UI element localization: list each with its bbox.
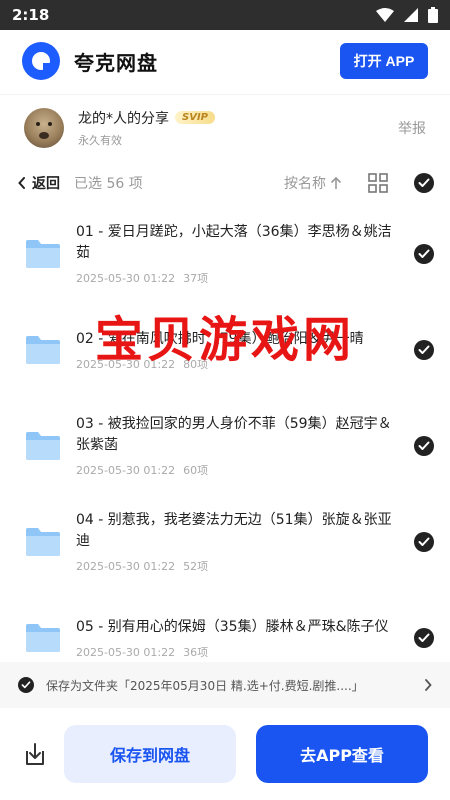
status-time: 2:18 <box>12 6 50 24</box>
file-date: 2025-05-30 01:22 <box>76 645 176 659</box>
file-meta: 2025-05-30 01:22 60项 <box>76 462 400 478</box>
file-meta: 2025-05-30 01:22 36项 <box>76 644 400 660</box>
open-app-button[interactable]: 打开 APP <box>340 43 428 79</box>
file-name: 05 - 别有用心的保姆（35集）滕林＆严珠&陈子仪 <box>76 618 389 635</box>
folder-icon <box>26 240 60 268</box>
quark-logo-icon <box>22 42 60 80</box>
file-date: 2025-05-30 01:22 <box>76 272 176 285</box>
file-checkbox[interactable] <box>414 532 434 552</box>
select-all-checkbox[interactable] <box>414 173 434 193</box>
checkmark-icon <box>418 441 430 450</box>
file-count: 52项 <box>183 560 209 573</box>
file-count: 80项 <box>183 357 209 371</box>
file-text: 05 - 别有用心的保姆（35集）滕林＆严珠&陈子仪 2025-05-30 01… <box>76 617 414 660</box>
file-text: 01 - 爱日月蹉跎，小起大落（36集）李思杨＆姚洁茹 2025-05-30 0… <box>76 222 414 286</box>
file-count: 36项 <box>183 645 209 659</box>
sort-button[interactable]: 按名称 <box>284 173 342 193</box>
save-to-drive-button[interactable]: 保存到网盘 <box>64 725 236 783</box>
file-text: 04 - 别惹我，我老婆法力无边（51集）张旋＆张亚迪 2025-05-30 0… <box>76 510 414 574</box>
svip-badge: SVIP <box>175 111 215 124</box>
wifi-icon <box>376 8 394 22</box>
file-checkbox[interactable] <box>414 340 434 360</box>
file-name: 04 - 别惹我，我老婆法力无边（51集）张旋＆张亚迪 <box>76 512 392 549</box>
file-date: 2025-05-30 01:22 <box>76 464 176 477</box>
folder-icon <box>26 624 60 652</box>
sort-label: 按名称 <box>284 176 326 192</box>
list-toolbar: 返回 已选 56 项 按名称 <box>0 160 450 206</box>
report-button[interactable]: 举报 <box>398 118 426 138</box>
share-name: 龙的*人的分享 <box>78 110 169 127</box>
file-item[interactable]: 02 - 爱在南风吹拂时（79集）鲍治阳＆尹一晴 2025-05-30 01:2… <box>0 302 450 398</box>
file-item[interactable]: 01 - 爱日月蹉跎，小起大落（36集）李思杨＆姚洁茹 2025-05-30 0… <box>0 206 450 302</box>
share-validity: 永久有效 <box>78 133 122 147</box>
checkmark-icon <box>418 178 430 187</box>
folder-icon <box>26 432 60 460</box>
checkmark-icon <box>418 345 430 354</box>
grid-view-button[interactable] <box>368 173 388 193</box>
file-count: 60项 <box>183 464 209 477</box>
file-checkbox[interactable] <box>414 628 434 648</box>
app-header: 夸克网盘 打开 APP <box>0 30 450 92</box>
bottom-action-bar: 保存到网盘 去APP查看 <box>0 708 450 800</box>
file-count: 37项 <box>183 272 209 285</box>
file-checkbox[interactable] <box>414 244 434 264</box>
file-name: 01 - 爱日月蹉跎，小起大落（36集）李思杨＆姚洁茹 <box>76 224 392 261</box>
back-label: 返回 <box>32 176 60 192</box>
file-name: 03 - 被我捡回家的男人身价不菲（59集）赵冠宇＆张紫菡 <box>76 416 392 453</box>
grid-icon <box>368 173 388 193</box>
battery-icon <box>428 7 438 23</box>
arrow-up-icon <box>330 176 342 189</box>
file-meta: 2025-05-30 01:22 52项 <box>76 558 400 574</box>
chevron-left-icon <box>18 177 25 189</box>
avatar[interactable] <box>24 107 64 148</box>
save-folder-checkbox[interactable] <box>18 677 34 693</box>
share-info: 龙的*人的分享 SVIP 永久有效 举报 <box>0 94 450 160</box>
app-title: 夸克网盘 <box>74 50 158 75</box>
save-folder-text: 保存为文件夹「2025年05月30日 精.选+付.费短.剧推....」 <box>46 678 364 693</box>
file-item[interactable]: 04 - 别惹我，我老婆法力无边（51集）张旋＆张亚迪 2025-05-30 0… <box>0 494 450 590</box>
file-text: 03 - 被我捡回家的男人身价不菲（59集）赵冠宇＆张紫菡 2025-05-30… <box>76 414 414 478</box>
download-icon[interactable] <box>22 741 48 767</box>
selected-count: 已选 56 项 <box>74 176 143 192</box>
checkmark-icon <box>418 537 430 546</box>
file-meta: 2025-05-30 01:22 37项 <box>76 270 400 286</box>
file-text: 02 - 爱在南风吹拂时（79集）鲍治阳＆尹一晴 2025-05-30 01:2… <box>76 329 414 372</box>
file-item[interactable]: 03 - 被我捡回家的男人身价不菲（59集）赵冠宇＆张紫菡 2025-05-30… <box>0 398 450 494</box>
view-in-app-button[interactable]: 去APP查看 <box>256 725 428 783</box>
save-folder-bar[interactable]: 保存为文件夹「2025年05月30日 精.选+付.费短.剧推....」 <box>0 662 450 708</box>
file-date: 2025-05-30 01:22 <box>76 560 176 573</box>
checkmark-icon <box>21 681 31 689</box>
file-item[interactable]: 05 - 别有用心的保姆（35集）滕林＆严珠&陈子仪 2025-05-30 01… <box>0 590 450 662</box>
back-button[interactable]: 返回 <box>18 173 60 193</box>
status-bar: 2:18 <box>0 0 450 30</box>
checkmark-icon <box>418 249 430 258</box>
signal-icon <box>404 8 418 22</box>
file-checkbox[interactable] <box>414 436 434 456</box>
checkmark-icon <box>418 633 430 642</box>
share-text: 龙的*人的分享 SVIP 永久有效 <box>78 108 215 148</box>
folder-icon <box>26 336 60 364</box>
file-list: 01 - 爱日月蹉跎，小起大落（36集）李思杨＆姚洁茹 2025-05-30 0… <box>0 206 450 662</box>
folder-icon <box>26 528 60 556</box>
file-meta: 2025-05-30 01:22 80项 <box>76 356 400 372</box>
chevron-right-icon <box>425 679 432 691</box>
file-name: 02 - 爱在南风吹拂时（79集）鲍治阳＆尹一晴 <box>76 330 364 347</box>
system-icons <box>376 7 438 23</box>
file-date: 2025-05-30 01:22 <box>76 357 176 371</box>
share-name-row: 龙的*人的分享 SVIP <box>78 108 215 128</box>
